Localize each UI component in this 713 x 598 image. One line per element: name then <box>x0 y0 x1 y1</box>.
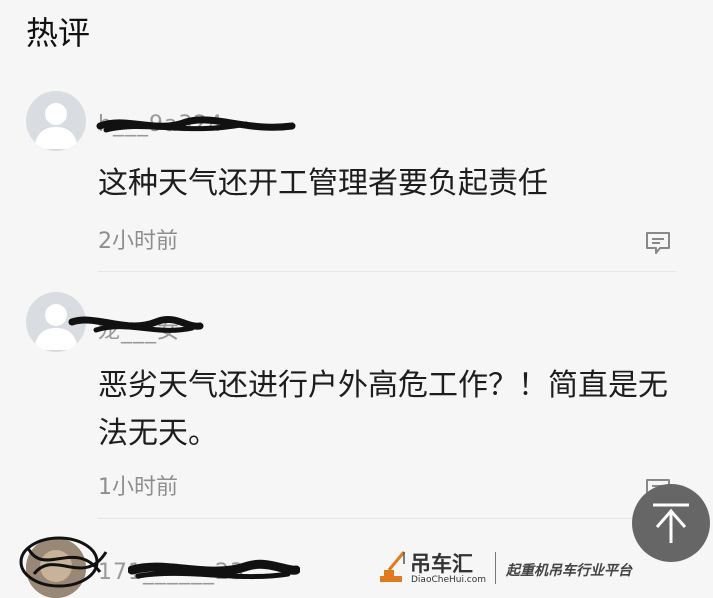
avatar[interactable] <box>26 538 86 598</box>
default-avatar-icon <box>34 103 78 149</box>
watermark-brand: 吊车汇 <box>410 552 473 576</box>
watermark-separator <box>495 552 496 584</box>
comment-username[interactable]: 龙___女 <box>98 313 180 345</box>
user-photo-avatar <box>26 538 86 598</box>
default-avatar-icon <box>34 304 78 350</box>
watermark-slogan: 起重机吊车行业平台 <box>506 563 632 579</box>
divider <box>98 271 676 272</box>
comment-time: 2小时前 <box>98 229 178 254</box>
section-title: 热评 <box>26 14 91 52</box>
comment-username[interactable]: 171______23 <box>98 560 245 585</box>
comment-icon <box>646 232 670 254</box>
arrow-up-icon <box>653 503 689 543</box>
comment-content: 这种天气还开工管理者要负起责任 <box>98 166 548 201</box>
watermark-url: DiaoCheHui.com <box>411 575 487 585</box>
comment-time: 1小时前 <box>98 475 178 500</box>
reply-button[interactable] <box>645 231 671 255</box>
crane-icon <box>380 551 406 582</box>
divider <box>98 518 676 519</box>
comment-username[interactable]: h___9a324 <box>98 112 223 137</box>
avatar[interactable] <box>26 91 86 151</box>
comment-content: 恶劣天气还进行户外高危工作？！简直是无法无天。 <box>98 368 668 451</box>
avatar[interactable] <box>26 292 86 352</box>
watermark: 吊车汇 DiaoCheHui.com 起重机吊车行业平台 <box>378 548 668 588</box>
